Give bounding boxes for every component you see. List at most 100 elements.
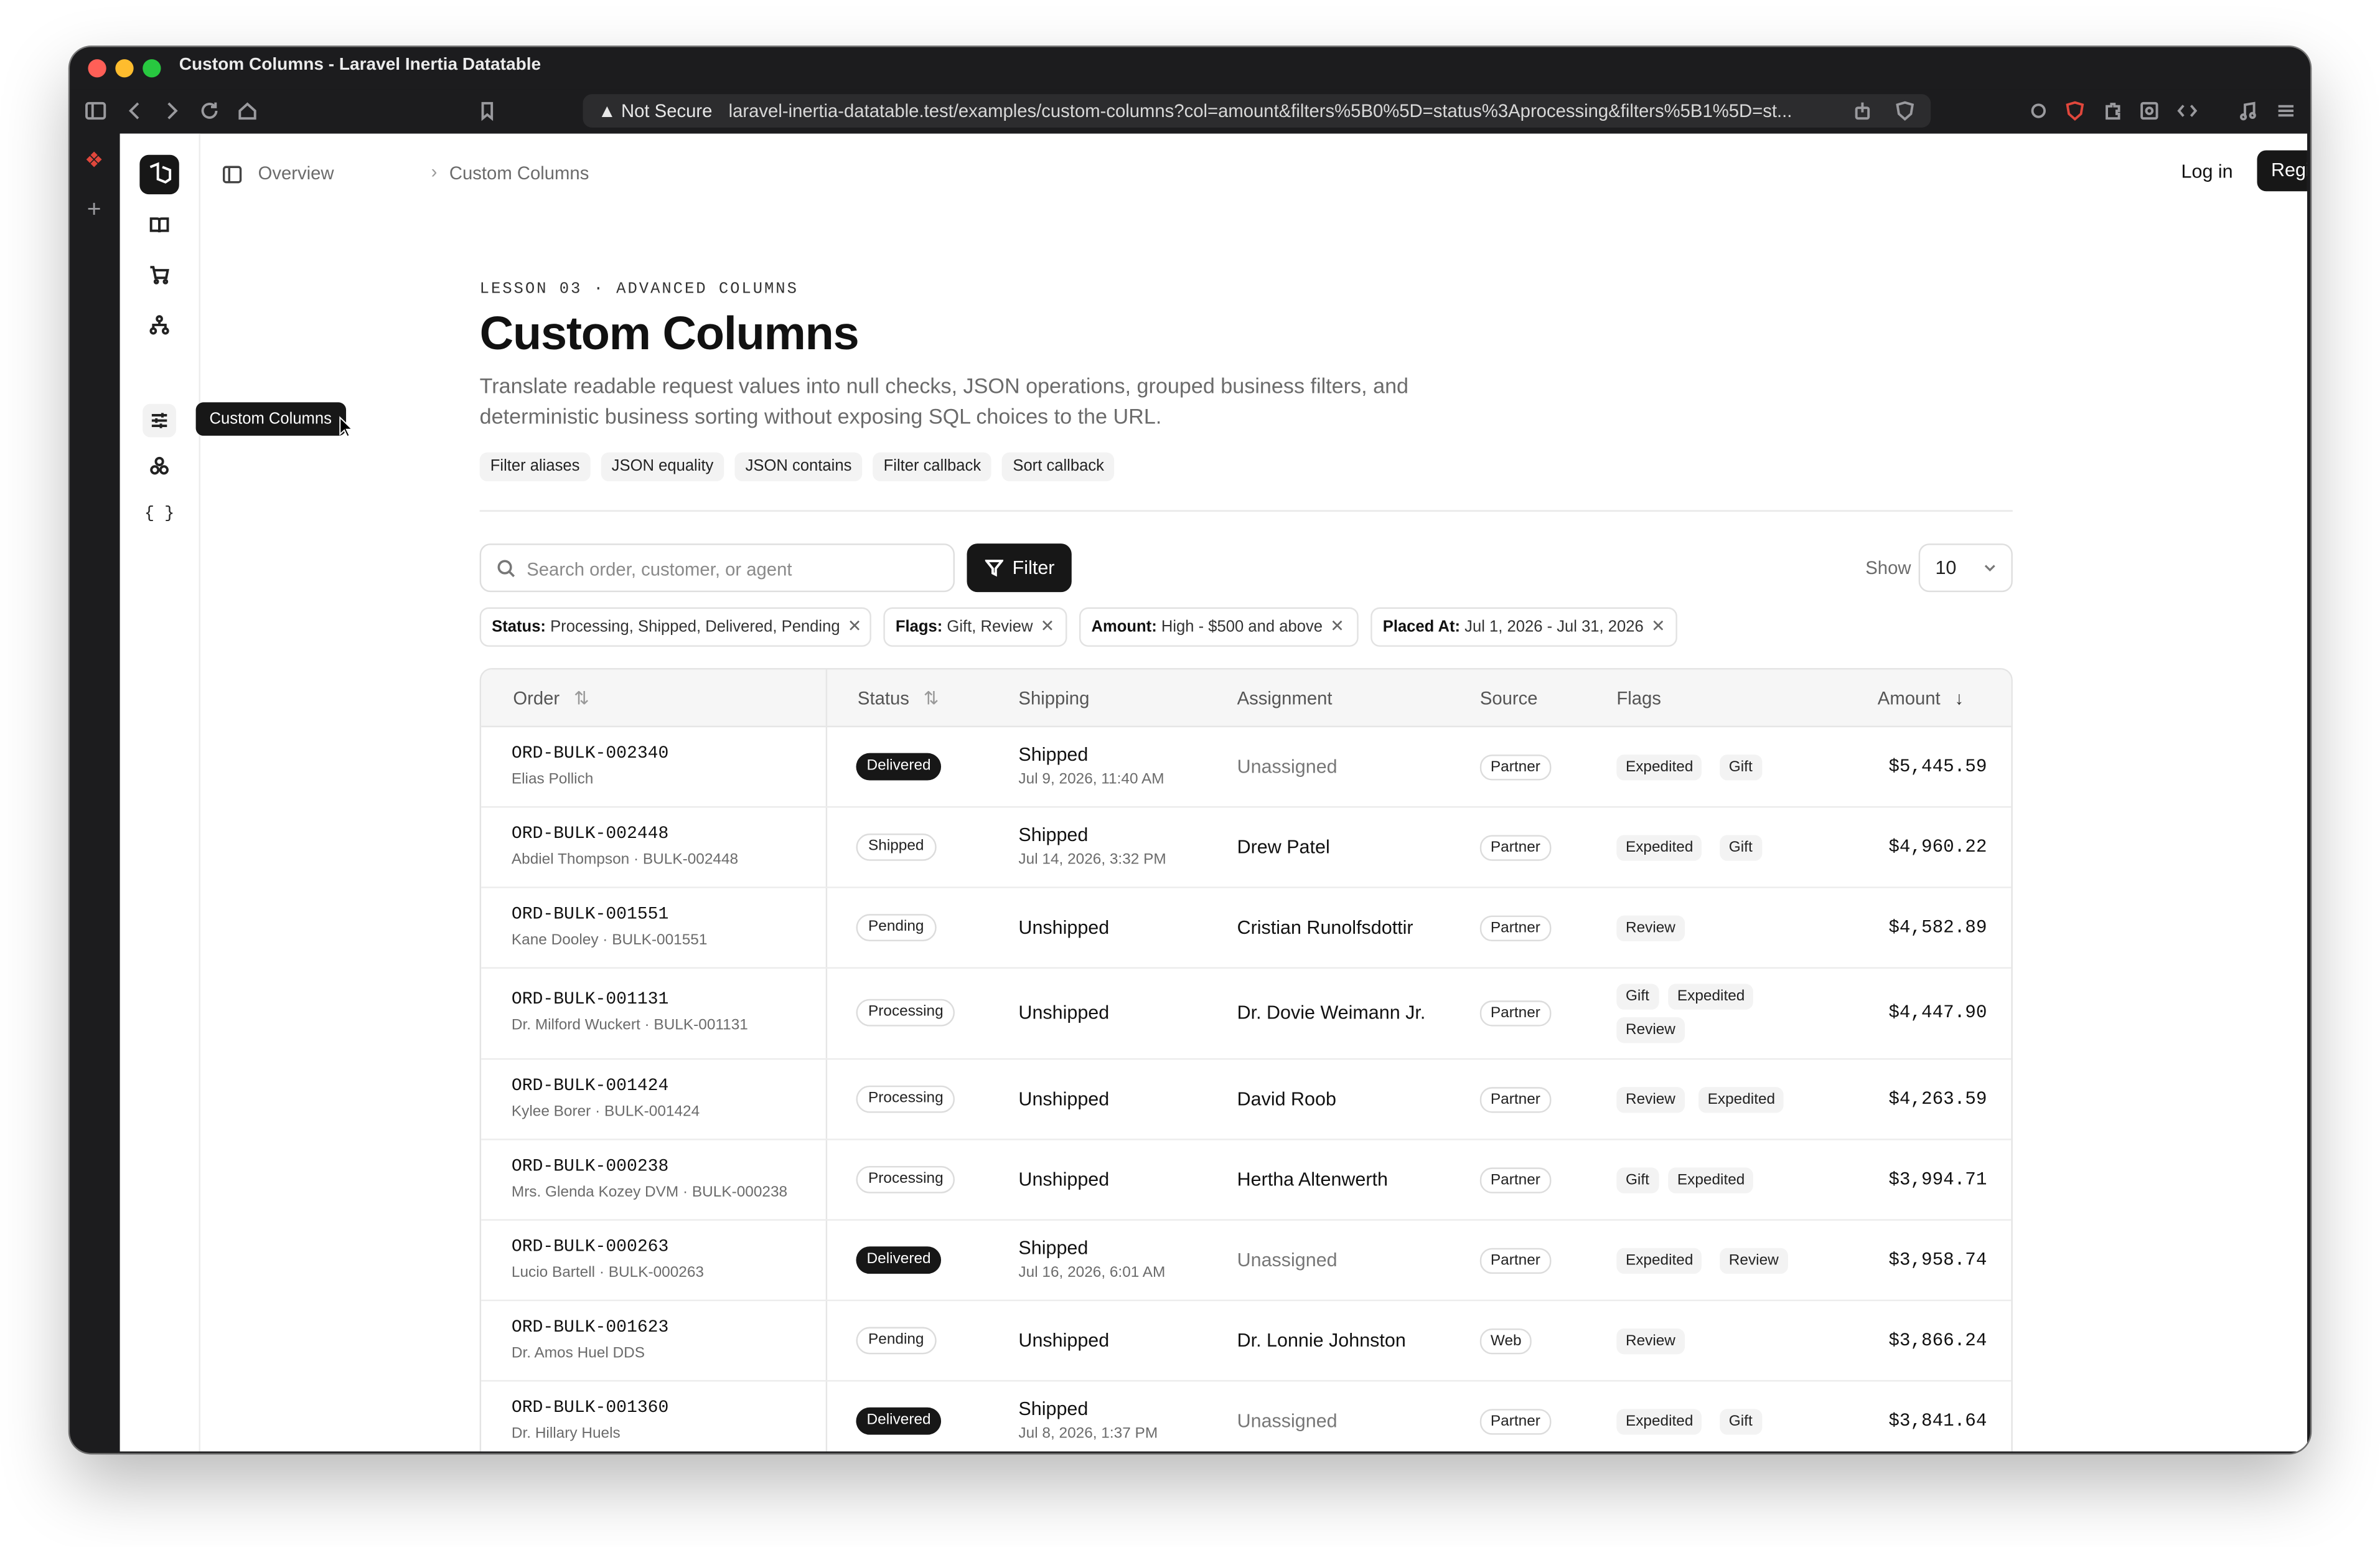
order-id[interactable]: ORD-BULK-001424 [512, 1076, 668, 1096]
active-filter-flags[interactable]: Flags: Gift, Review ✕ [883, 607, 1067, 647]
table-row[interactable]: ORD-BULK-001360 Dr. Hillary Huels Delivere… [481, 1380, 2011, 1452]
flag-tag: Expedited [1616, 1408, 1703, 1434]
order-id[interactable]: ORD-BULK-000263 [512, 1236, 668, 1256]
lesson-eyebrow: LESSON 03 · ADVANCED COLUMNS [479, 281, 799, 299]
active-filter-amount[interactable]: Amount: High - $500 and above ✕ [1079, 607, 1359, 647]
column-label: Status [857, 687, 909, 709]
book-icon[interactable] [143, 208, 176, 242]
active-filter-status[interactable]: Status: Processing, Shipped, Delivered, … [479, 607, 871, 647]
table-row[interactable]: ORD-BULK-000238 Mrs. Glenda Kozey DVM · B… [481, 1139, 2012, 1221]
security-warning[interactable]: ▲ Not Secure [598, 100, 713, 121]
order-id[interactable]: ORD-BULK-001360 [512, 1398, 668, 1418]
remove-filter-icon[interactable]: ✕ [1330, 618, 1344, 636]
minimize-window-button[interactable] [115, 59, 134, 78]
shipping-status: Shipped [1018, 824, 1089, 845]
table-row[interactable]: ORD-BULK-002448 Abdiel Thompson · BULK-00… [481, 806, 2012, 888]
forward-arrow-icon[interactable] [158, 97, 185, 125]
source-badge: Partner [1479, 834, 1551, 860]
shipping-status: Shipped [1018, 743, 1089, 764]
shipping-status: Unshipped [1018, 1002, 1110, 1023]
column-source: Source [1479, 687, 1538, 709]
title-bar: Custom Columns - Laravel Inertia Datatab… [70, 47, 2310, 90]
flag-tag: Review [1616, 915, 1685, 941]
browser-side-rail: ❖ + [70, 132, 119, 1453]
flag-tag: Expedited [1616, 1247, 1703, 1273]
table-row[interactable]: ORD-BULK-000263 Lucio Bartell · BULK-0002… [481, 1219, 2012, 1302]
ublock-icon[interactable] [2061, 97, 2089, 125]
filter-value: Jul 1, 2026 - Jul 31, 2026 [1464, 618, 1644, 636]
filter-key: Status: [492, 618, 546, 636]
order-id[interactable]: ORD-BULK-000238 [512, 1156, 668, 1176]
order-id[interactable]: ORD-BULK-001131 [512, 990, 668, 1010]
reload-icon[interactable] [196, 97, 223, 125]
zoom-window-button[interactable] [143, 59, 161, 78]
media-icon[interactable] [2234, 97, 2262, 125]
window-title: Custom Columns - Laravel Inertia Datatab… [179, 56, 541, 75]
remove-filter-icon[interactable]: ✕ [1041, 618, 1054, 636]
page-size-select[interactable]: 10 [1918, 543, 2013, 593]
customer-name: Dr. Hillary Huels [511, 1424, 621, 1442]
assignment-name: Unassigned [1237, 1409, 1338, 1431]
login-link[interactable]: Log in [2181, 161, 2233, 182]
flag-tag: Expedited [1698, 1086, 1784, 1112]
status-badge: Processing [856, 999, 956, 1027]
extension-icon[interactable] [2025, 97, 2052, 125]
bookmark-icon[interactable] [474, 97, 501, 125]
column-order[interactable]: Order ⇅ [513, 688, 589, 709]
cart-icon[interactable] [143, 258, 176, 292]
url-text[interactable]: laravel-inertia-datatable.test/examples/… [729, 100, 1837, 121]
table-row[interactable]: ORD-BULK-001551 Kane Dooley · BULK-001551… [481, 886, 2012, 969]
sliders-icon[interactable] [143, 403, 176, 438]
address-bar[interactable]: ▲ Not Secure laravel-inertia-datatable.t… [583, 94, 1931, 128]
column-amount[interactable]: Amount ↓ [1878, 688, 1964, 709]
remove-filter-icon[interactable]: ✕ [1651, 618, 1665, 636]
share-icon[interactable] [1848, 97, 1876, 125]
laravel-tab-icon[interactable]: ❖ [82, 148, 106, 172]
page-size-value: 10 [1935, 557, 1957, 579]
sort-icon[interactable]: ⇅ [574, 688, 589, 709]
active-filter-placed-at[interactable]: Placed At: Jul 1, 2026 - Jul 31, 2026 ✕ [1370, 607, 1677, 647]
table-row[interactable]: ORD-BULK-002340 Elias Pollich Delivered Shi… [481, 726, 2012, 808]
register-button[interactable]: Register [2257, 150, 2307, 192]
filter-button-label: Filter [1012, 557, 1055, 579]
menu-icon[interactable] [2272, 97, 2300, 125]
laravel-logo-icon[interactable] [139, 154, 179, 195]
puzzle-icon[interactable] [2099, 97, 2127, 125]
search-input[interactable]: Search order, customer, or agent [479, 543, 955, 593]
order-id[interactable]: ORD-BULK-002448 [512, 824, 668, 844]
sitemap-icon[interactable] [143, 308, 176, 342]
remove-filter-icon[interactable]: ✕ [848, 618, 861, 636]
braces-icon[interactable]: { } [143, 498, 176, 532]
add-tab-icon[interactable]: + [82, 198, 106, 223]
table-row[interactable]: ORD-BULK-001424 Kylee Borer · BULK-001424… [481, 1058, 2012, 1140]
sort-desc-icon[interactable]: ↓ [1954, 688, 1964, 709]
brave-shield-icon[interactable] [1891, 97, 1919, 125]
panel-toggle-icon[interactable] [222, 164, 243, 185]
sort-icon[interactable]: ⇅ [924, 688, 939, 709]
order-id[interactable]: ORD-BULK-001551 [512, 904, 668, 924]
feature-tag: Filter callback [873, 452, 992, 482]
reader-icon[interactable] [2135, 97, 2163, 125]
home-icon[interactable] [234, 97, 261, 125]
source-badge: Partner [1479, 1408, 1551, 1434]
customer-name: Abdiel Thompson · BULK-002448 [511, 850, 739, 868]
close-window-button[interactable] [88, 59, 106, 78]
column-flags: Flags [1616, 687, 1661, 709]
devtools-icon[interactable] [2173, 97, 2201, 125]
back-arrow-icon[interactable] [121, 97, 149, 125]
boxes-icon[interactable] [143, 449, 176, 483]
order-id[interactable]: ORD-BULK-001623 [512, 1317, 668, 1337]
amount-value: $3,958.74 [1888, 1248, 1987, 1271]
customer-name: Kylee Borer · BULK-001424 [511, 1103, 700, 1120]
table-header: Order ⇅ Status ⇅ Shipping Assignment Sou… [481, 669, 2012, 728]
order-id[interactable]: ORD-BULK-002340 [512, 743, 668, 763]
filter-value: Gift, Review [947, 618, 1033, 636]
table-row[interactable]: ORD-BULK-001623 Dr. Amos Huel DDS Pending U… [481, 1300, 2012, 1382]
amount-value: $5,445.59 [1888, 755, 1987, 777]
column-status[interactable]: Status ⇅ [858, 688, 939, 709]
customer-name: Lucio Bartell · BULK-000263 [511, 1264, 704, 1281]
table-row[interactable]: ORD-BULK-001131 Dr. Milford Wuckert · BUL… [481, 967, 2012, 1060]
filter-button[interactable]: Filter [967, 543, 1072, 593]
breadcrumb-overview[interactable]: Overview [258, 162, 334, 184]
sidebar-toggle-icon[interactable] [82, 97, 110, 125]
